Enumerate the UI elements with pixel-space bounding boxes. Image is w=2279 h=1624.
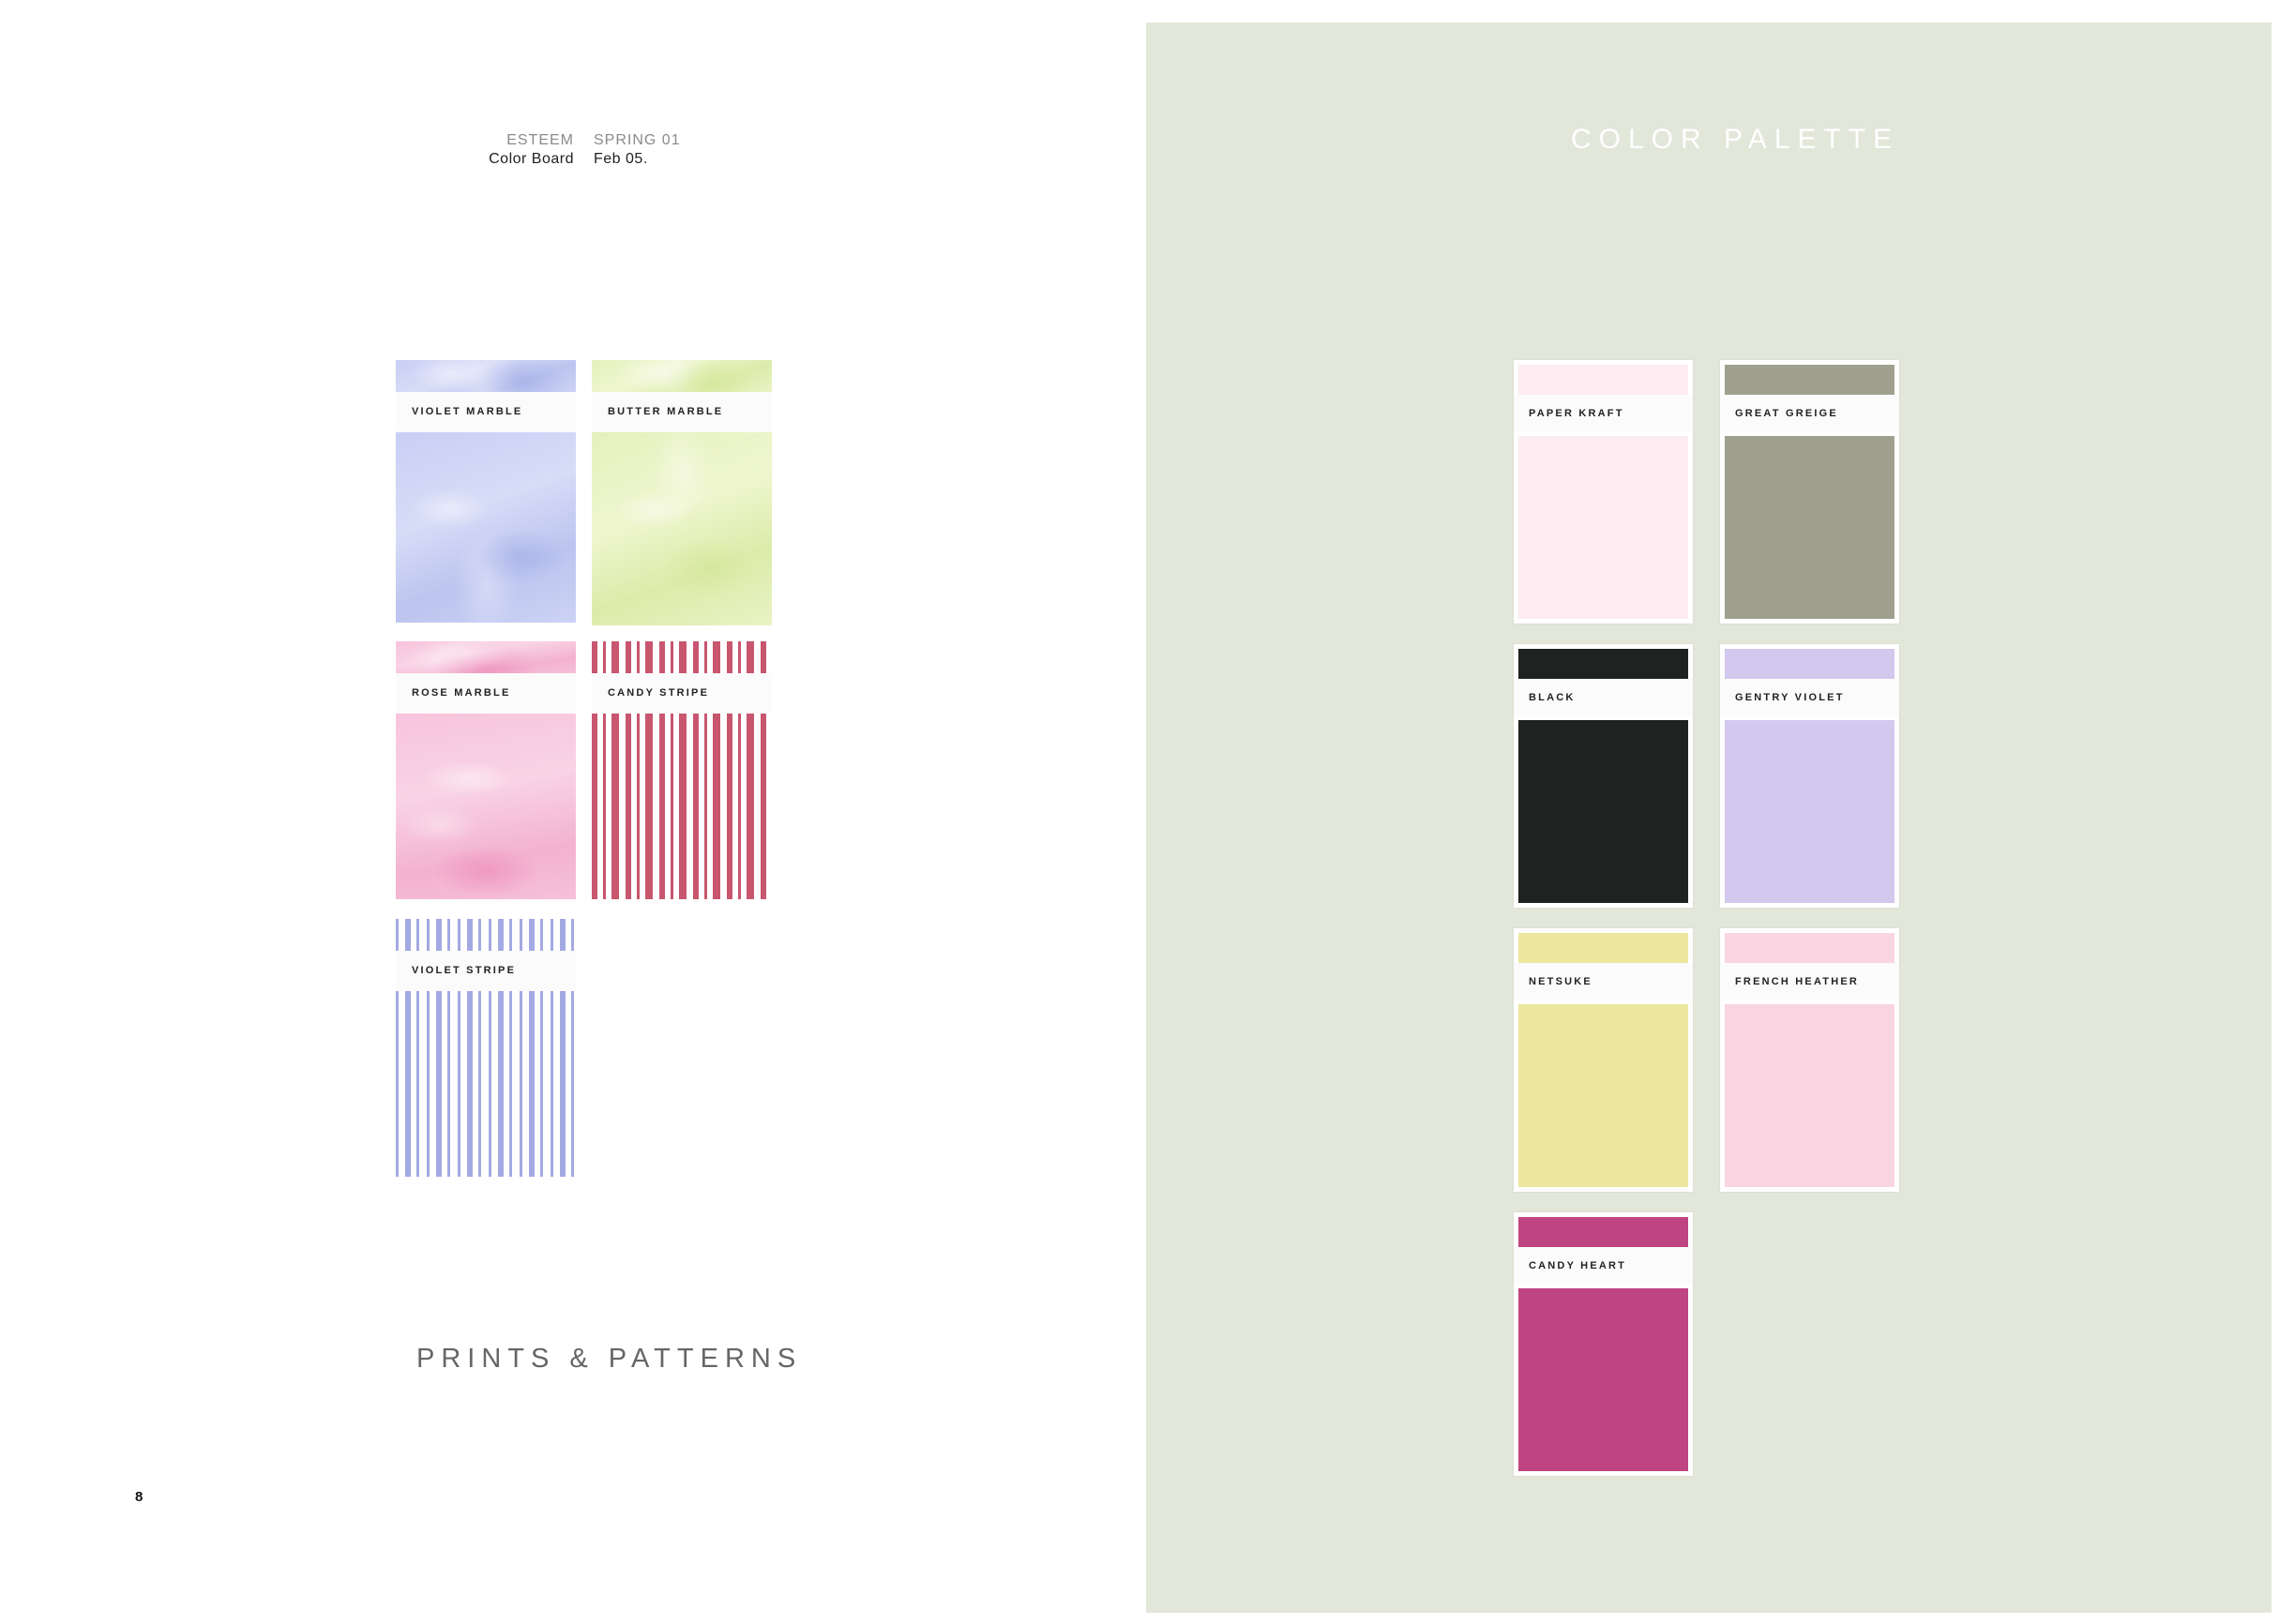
- color-chip: [1518, 649, 1688, 679]
- color-block: [1725, 436, 1894, 619]
- pattern-tile-rose-marble: ROSE MARBLE: [396, 641, 576, 899]
- right-page: COLOR PALETTE PAPER KRAFT GREAT GREIGE B…: [1146, 23, 2271, 1613]
- pattern-swatch: [592, 714, 772, 899]
- header-season-block: SPRING 01 Feb 05.: [594, 131, 781, 169]
- section-title-color-palette: COLOR PALETTE: [1571, 124, 1900, 155]
- color-name: FRENCH HEATHER: [1720, 963, 1899, 1000]
- pattern-tile-candy-stripe: CANDY STRIPE: [592, 641, 772, 899]
- color-block: [1725, 1004, 1894, 1187]
- color-name: GENTRY VIOLET: [1720, 679, 1899, 716]
- section-title-prints-patterns: PRINTS & PATTERNS: [416, 1344, 803, 1374]
- color-swatch-netsuke: NETSUKE: [1514, 928, 1693, 1192]
- color-name: PAPER KRAFT: [1514, 395, 1693, 432]
- pattern-preview-strip: [592, 360, 772, 392]
- color-name: GREAT GREIGE: [1720, 395, 1899, 432]
- pattern-label: ROSE MARBLE: [396, 673, 576, 714]
- color-swatch-candy-heart: CANDY HEART: [1514, 1212, 1693, 1476]
- color-swatch-french-heather: FRENCH HEATHER: [1720, 928, 1899, 1192]
- color-swatch-gentry-violet: GENTRY VIOLET: [1720, 644, 1899, 908]
- pattern-tile-violet-stripe: VIOLET STRIPE: [396, 919, 576, 1177]
- pattern-label: CANDY STRIPE: [592, 673, 772, 714]
- color-name: NETSUKE: [1514, 963, 1693, 1000]
- color-swatch-paper-kraft: PAPER KRAFT: [1514, 360, 1693, 624]
- color-block: [1518, 436, 1688, 619]
- color-chip: [1518, 365, 1688, 395]
- color-swatch-great-greige: GREAT GREIGE: [1720, 360, 1899, 624]
- color-block: [1518, 1288, 1688, 1471]
- board-name: Color Board: [489, 151, 574, 167]
- color-chip: [1518, 1217, 1688, 1247]
- pattern-swatch: [396, 991, 576, 1177]
- pattern-swatch: [396, 432, 576, 623]
- color-name: CANDY HEART: [1514, 1247, 1693, 1285]
- brand-name: ESTEEM: [506, 132, 574, 148]
- color-swatch-black: BLACK: [1514, 644, 1693, 908]
- left-page: ESTEEM Color Board SPRING 01 Feb 05. VIO…: [0, 0, 1146, 1624]
- color-chip: [1725, 365, 1894, 395]
- page-number: 8: [135, 1489, 143, 1505]
- color-block: [1518, 720, 1688, 903]
- pattern-preview-strip: [592, 641, 772, 673]
- pattern-preview-strip: [396, 919, 576, 951]
- date-label: Feb 05.: [594, 151, 648, 167]
- pattern-tile-violet-marble: VIOLET MARBLE: [396, 360, 576, 623]
- pattern-preview-strip: [396, 641, 576, 673]
- header-brand-block: ESTEEM Color Board: [394, 131, 574, 169]
- pattern-tile-butter-marble: BUTTER MARBLE: [592, 360, 772, 625]
- pattern-swatch: [396, 714, 576, 899]
- color-chip: [1725, 649, 1894, 679]
- color-chip: [1725, 933, 1894, 963]
- pattern-label: VIOLET MARBLE: [396, 392, 576, 432]
- color-block: [1725, 720, 1894, 903]
- pattern-label: BUTTER MARBLE: [592, 392, 772, 432]
- pattern-preview-strip: [396, 360, 576, 392]
- season-label: SPRING 01: [594, 132, 681, 148]
- pattern-label: VIOLET STRIPE: [396, 951, 576, 991]
- color-chip: [1518, 933, 1688, 963]
- pattern-swatch: [592, 432, 772, 625]
- color-block: [1518, 1004, 1688, 1187]
- color-name: BLACK: [1514, 679, 1693, 716]
